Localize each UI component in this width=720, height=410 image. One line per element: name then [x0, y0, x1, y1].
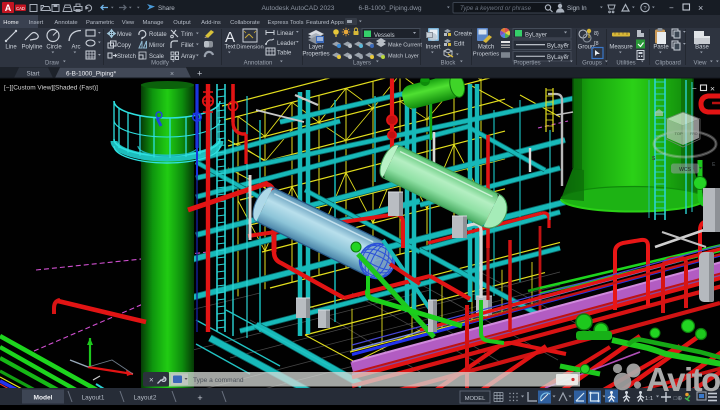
- svg-text:Annotation: Annotation: [244, 61, 273, 67]
- svg-text:A: A: [5, 3, 12, 13]
- svg-text:View: View: [694, 61, 708, 67]
- svg-text:Modify: Modify: [151, 61, 169, 67]
- svg-text:Match: Match: [478, 45, 494, 51]
- svg-text:Start: Start: [26, 71, 39, 78]
- svg-text:Polyline: Polyline: [21, 45, 43, 51]
- svg-text:Text: Text: [224, 45, 235, 51]
- svg-text:Utilities: Utilities: [616, 61, 635, 67]
- svg-text:[−][Custom View][Shaded (Fast): [−][Custom View][Shaded (Fast)]: [4, 85, 98, 92]
- svg-text:Dimension: Dimension: [236, 45, 263, 51]
- svg-text:ByLayer: ByLayer: [525, 33, 547, 39]
- svg-text:Edit: Edit: [454, 42, 465, 48]
- svg-text:Share: Share: [158, 5, 175, 12]
- svg-text:?: ?: [643, 6, 646, 12]
- svg-text:Vessels: Vessels: [374, 33, 395, 39]
- svg-text:Layer: Layer: [308, 45, 323, 51]
- svg-text:×: ×: [698, 3, 703, 13]
- svg-text:Mirror: Mirror: [149, 43, 165, 49]
- svg-text:[8: [8: [594, 41, 599, 47]
- svg-text:Add-ins: Add-ins: [201, 20, 221, 26]
- svg-text:Annotate: Annotate: [54, 20, 77, 26]
- svg-text:Type a command: Type a command: [193, 377, 244, 384]
- svg-text:View: View: [122, 20, 135, 26]
- svg-text:Base: Base: [695, 45, 709, 51]
- svg-text:Manage: Manage: [143, 20, 164, 26]
- svg-text:Home: Home: [3, 20, 18, 26]
- svg-text:×: ×: [149, 376, 154, 385]
- svg-text:Insert: Insert: [425, 45, 440, 51]
- svg-text:−: −: [669, 4, 674, 13]
- svg-text:Scale: Scale: [149, 54, 165, 60]
- svg-text:Measure: Measure: [609, 45, 633, 51]
- svg-text:Layers: Layers: [353, 61, 371, 67]
- svg-text:MODEL: MODEL: [465, 396, 486, 402]
- svg-text:Linear: Linear: [277, 31, 294, 37]
- svg-text:Match Layer: Match Layer: [388, 54, 419, 60]
- svg-text:Autodesk AutoCAD 2023: Autodesk AutoCAD 2023: [262, 5, 335, 12]
- svg-text:WCS: WCS: [679, 167, 692, 173]
- svg-text:×: ×: [170, 71, 174, 78]
- svg-text:6-B-1000_Piping.dwg: 6-B-1000_Piping.dwg: [358, 5, 421, 12]
- svg-text:Fillet: Fillet: [181, 43, 194, 49]
- svg-text:Featured Apps: Featured Apps: [306, 20, 344, 26]
- svg-text:×: ×: [710, 84, 715, 94]
- svg-text:A: A: [225, 29, 235, 46]
- svg-text:Paste: Paste: [653, 45, 669, 51]
- svg-text:CAD: CAD: [16, 6, 25, 11]
- svg-text:8}: 8}: [594, 31, 599, 37]
- svg-text:Express Tools: Express Tools: [268, 20, 304, 26]
- svg-text:Trim: Trim: [181, 32, 193, 38]
- svg-text:Leader: Leader: [277, 41, 296, 47]
- svg-text:Block: Block: [441, 61, 457, 67]
- svg-text:Copy: Copy: [117, 43, 131, 49]
- svg-text:FRO: FRO: [690, 132, 698, 136]
- svg-text:Model: Model: [33, 395, 52, 402]
- svg-text:Create: Create: [454, 32, 473, 38]
- svg-text:Properties: Properties: [513, 61, 540, 67]
- svg-text:Properties: Properties: [473, 52, 500, 58]
- svg-text:−: −: [692, 84, 697, 93]
- svg-text:Type a keyword or phrase: Type a keyword or phrase: [460, 5, 532, 12]
- svg-text:Draw: Draw: [45, 61, 60, 67]
- svg-text:Collaborate: Collaborate: [230, 20, 260, 26]
- svg-text:Layout1: Layout1: [82, 395, 105, 402]
- svg-text:Parametric: Parametric: [86, 20, 114, 26]
- svg-text:TOP: TOP: [675, 131, 683, 136]
- svg-text:Make Current: Make Current: [388, 43, 422, 49]
- svg-text:Line: Line: [5, 45, 17, 51]
- svg-text:+: +: [197, 69, 202, 79]
- svg-text:Circle: Circle: [46, 45, 62, 51]
- svg-text:Avito: Avito: [646, 361, 720, 398]
- svg-text:Move: Move: [117, 32, 132, 38]
- svg-text:Clipboard: Clipboard: [655, 61, 681, 67]
- svg-text:Stretch: Stretch: [117, 54, 136, 60]
- svg-text:+: +: [197, 393, 202, 403]
- svg-text:Table: Table: [277, 51, 292, 57]
- svg-text:Array: Array: [181, 54, 195, 60]
- svg-text:Groups: Groups: [582, 61, 602, 67]
- svg-text:Output: Output: [173, 20, 191, 26]
- svg-text:Properties: Properties: [302, 52, 329, 58]
- svg-text:Arc: Arc: [72, 45, 81, 51]
- svg-text:Rotate: Rotate: [149, 32, 167, 38]
- svg-text:6-B-1000_Piping*: 6-B-1000_Piping*: [66, 71, 117, 78]
- svg-text:Sign In: Sign In: [567, 5, 587, 12]
- svg-text:Layout2: Layout2: [134, 395, 157, 402]
- svg-text:Insert: Insert: [29, 20, 44, 26]
